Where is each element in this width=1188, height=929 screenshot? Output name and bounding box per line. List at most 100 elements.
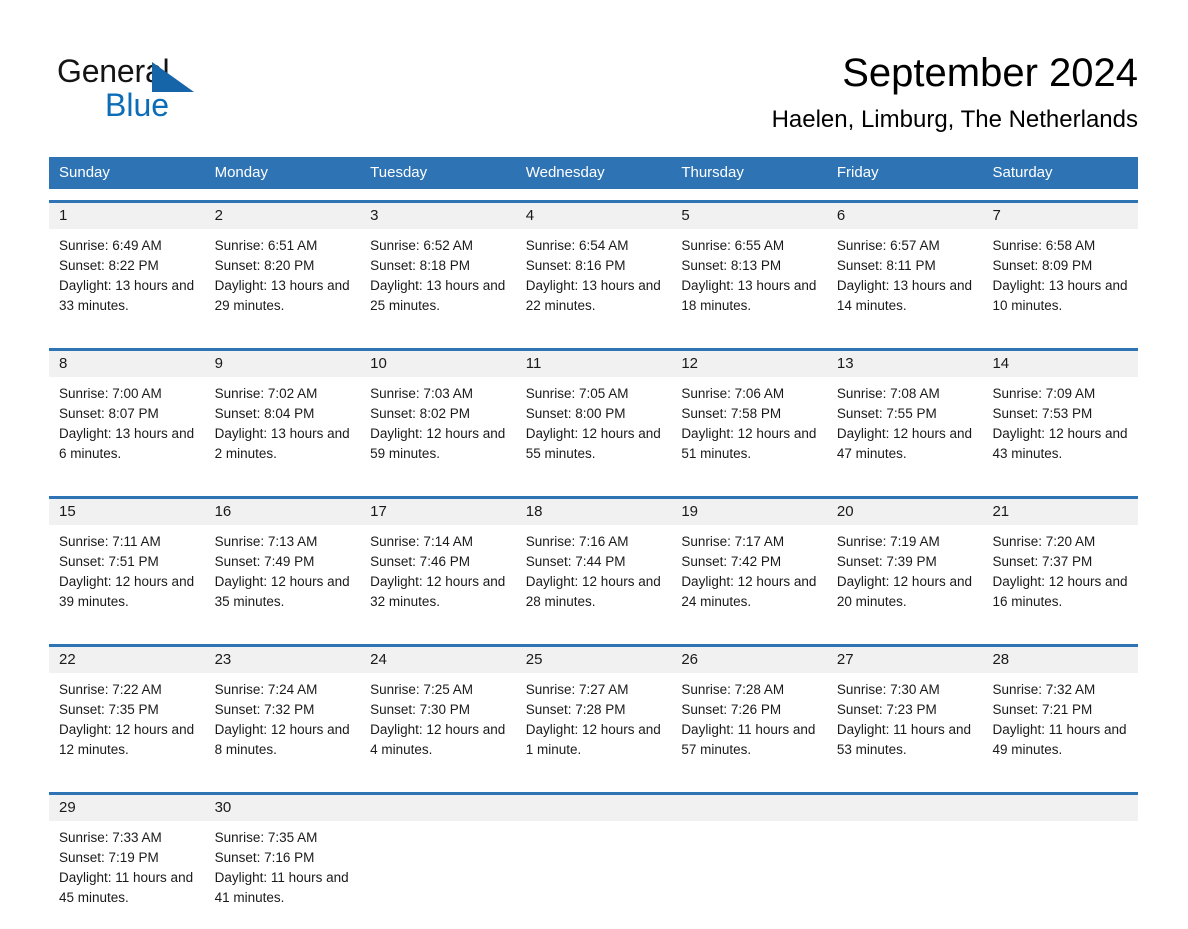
daylight-text: Daylight: 13 hours and 25 minutes.: [370, 278, 506, 313]
day-cell: Sunrise: 6:54 AM Sunset: 8:16 PM Dayligh…: [516, 229, 672, 337]
day-cell: Sunrise: 7:33 AM Sunset: 7:19 PM Dayligh…: [49, 821, 205, 929]
sunrise-text: Sunrise: 6:58 AM: [992, 238, 1096, 253]
day-number[interactable]: 21: [982, 499, 1138, 525]
daylight-text: Daylight: 13 hours and 18 minutes.: [681, 278, 817, 313]
sunrise-text: Sunrise: 6:52 AM: [370, 238, 473, 253]
day-number[interactable]: 24: [360, 647, 516, 673]
day-number[interactable]: 10: [360, 351, 516, 377]
sunset-text: Sunset: 8:00 PM: [525, 406, 626, 421]
sunrise-text: Sunrise: 7:27 AM: [525, 682, 629, 697]
sunset-text: Sunset: 7:51 PM: [59, 554, 159, 569]
day-number[interactable]: 17: [360, 499, 516, 525]
daylight-text: Daylight: 13 hours and 2 minutes.: [214, 426, 350, 461]
day-number[interactable]: 18: [516, 499, 672, 525]
day-number[interactable]: 5: [671, 203, 827, 229]
day-number-band: 22 23 24 25 26 27 28: [49, 647, 1138, 673]
daylight-text: Daylight: 12 hours and 12 minutes.: [59, 722, 195, 757]
sunset-text: Sunset: 8:16 PM: [525, 258, 626, 273]
daylight-text: Daylight: 12 hours and 39 minutes.: [59, 574, 195, 609]
day-number[interactable]: 12: [671, 351, 827, 377]
day-cell-empty: [516, 821, 672, 929]
day-number[interactable]: 26: [671, 647, 827, 673]
day-number[interactable]: 1: [49, 203, 205, 229]
day-number-empty: [671, 795, 827, 821]
sunrise-text: Sunrise: 6:55 AM: [681, 238, 785, 253]
day-cell: Sunrise: 7:20 AM Sunset: 7:37 PM Dayligh…: [982, 525, 1138, 633]
day-cell: Sunrise: 7:14 AM Sunset: 7:46 PM Dayligh…: [360, 525, 516, 633]
day-number[interactable]: 25: [516, 647, 672, 673]
sunrise-text: Sunrise: 7:13 AM: [214, 534, 318, 549]
day-number[interactable]: 4: [516, 203, 672, 229]
day-number-empty: [516, 795, 672, 821]
generalblue-logo: General Blue: [57, 52, 317, 124]
weekday-header-tuesday: Tuesday: [370, 164, 428, 181]
week-row: 29 30 Sunrise: 7:33 AM Sunset: 7:19 PM D…: [49, 792, 1138, 929]
day-number[interactable]: 29: [49, 795, 205, 821]
day-cell: Sunrise: 7:28 AM Sunset: 7:26 PM Dayligh…: [671, 673, 827, 781]
daylight-text: Daylight: 12 hours and 4 minutes.: [370, 722, 506, 757]
day-cell: Sunrise: 7:09 AM Sunset: 7:53 PM Dayligh…: [982, 377, 1138, 485]
day-number[interactable]: 15: [49, 499, 205, 525]
week-row: 22 23 24 25 26 27 28 Sunrise: 7:22 AM Su…: [49, 644, 1138, 781]
sunset-text: Sunset: 7:53 PM: [992, 406, 1093, 421]
sunset-text: Sunset: 8:09 PM: [992, 258, 1093, 273]
daylight-text: Daylight: 12 hours and 43 minutes.: [992, 426, 1128, 461]
sunrise-text: Sunrise: 7:33 AM: [59, 830, 162, 845]
page-subtitle: Haelen, Limburg, The Netherlands: [771, 106, 1138, 133]
day-number[interactable]: 2: [205, 203, 361, 229]
daylight-text: Daylight: 12 hours and 28 minutes.: [525, 574, 661, 609]
daylight-text: Daylight: 13 hours and 10 minutes.: [992, 278, 1128, 313]
day-number[interactable]: 22: [49, 647, 205, 673]
day-cell-empty: [671, 821, 827, 929]
sunset-text: Sunset: 8:13 PM: [681, 258, 782, 273]
daylight-text: Daylight: 12 hours and 1 minute.: [525, 722, 661, 757]
daylight-text: Daylight: 13 hours and 14 minutes.: [836, 278, 972, 313]
sunrise-text: Sunrise: 7:25 AM: [370, 682, 473, 697]
sunrise-text: Sunrise: 7:03 AM: [370, 386, 473, 401]
sunrise-text: Sunrise: 7:35 AM: [214, 830, 318, 845]
daylight-text: Daylight: 13 hours and 6 minutes.: [59, 426, 195, 461]
day-number[interactable]: 19: [671, 499, 827, 525]
day-number[interactable]: 30: [205, 795, 361, 821]
sunrise-text: Sunrise: 7:16 AM: [525, 534, 629, 549]
day-number-empty: [827, 795, 983, 821]
day-number[interactable]: 27: [827, 647, 983, 673]
day-number[interactable]: 16: [205, 499, 361, 525]
sunrise-text: Sunrise: 7:30 AM: [836, 682, 940, 697]
daylight-text: Daylight: 12 hours and 32 minutes.: [370, 574, 506, 609]
day-cell: Sunrise: 6:57 AM Sunset: 8:11 PM Dayligh…: [827, 229, 983, 337]
day-number[interactable]: 11: [516, 351, 672, 377]
sunrise-text: Sunrise: 7:22 AM: [59, 682, 162, 697]
sunset-text: Sunset: 8:22 PM: [59, 258, 159, 273]
day-number[interactable]: 20: [827, 499, 983, 525]
daylight-text: Daylight: 12 hours and 20 minutes.: [836, 574, 972, 609]
day-detail-row: Sunrise: 7:33 AM Sunset: 7:19 PM Dayligh…: [49, 821, 1138, 929]
day-cell: Sunrise: 7:32 AM Sunset: 7:21 PM Dayligh…: [982, 673, 1138, 781]
day-cell: Sunrise: 7:17 AM Sunset: 7:42 PM Dayligh…: [671, 525, 827, 633]
day-number[interactable]: 8: [49, 351, 205, 377]
day-number[interactable]: 3: [360, 203, 516, 229]
daylight-text: Daylight: 12 hours and 35 minutes.: [214, 574, 350, 609]
day-number[interactable]: 9: [205, 351, 361, 377]
week-row: 15 16 17 18 19 20 21 Sunrise: 7:11 AM Su…: [49, 496, 1138, 633]
day-number[interactable]: 14: [982, 351, 1138, 377]
daylight-text: Daylight: 11 hours and 49 minutes.: [992, 722, 1127, 757]
daylight-text: Daylight: 11 hours and 41 minutes.: [214, 870, 349, 905]
daylight-text: Daylight: 13 hours and 33 minutes.: [59, 278, 195, 313]
sunset-text: Sunset: 7:35 PM: [59, 702, 159, 717]
sunset-text: Sunset: 7:23 PM: [836, 702, 937, 717]
sunset-text: Sunset: 7:16 PM: [214, 850, 315, 865]
day-number[interactable]: 6: [827, 203, 983, 229]
sunset-text: Sunset: 8:07 PM: [59, 406, 159, 421]
sunset-text: Sunset: 8:18 PM: [370, 258, 470, 273]
sunset-text: Sunset: 7:46 PM: [370, 554, 470, 569]
day-number[interactable]: 23: [205, 647, 361, 673]
day-number-empty: [982, 795, 1138, 821]
day-number[interactable]: 7: [982, 203, 1138, 229]
weekday-header-saturday: Saturday: [992, 164, 1053, 181]
day-number[interactable]: 28: [982, 647, 1138, 673]
sunset-text: Sunset: 7:28 PM: [525, 702, 626, 717]
page-title: September 2024: [842, 51, 1138, 95]
day-cell: Sunrise: 6:49 AM Sunset: 8:22 PM Dayligh…: [49, 229, 205, 337]
day-number[interactable]: 13: [827, 351, 983, 377]
